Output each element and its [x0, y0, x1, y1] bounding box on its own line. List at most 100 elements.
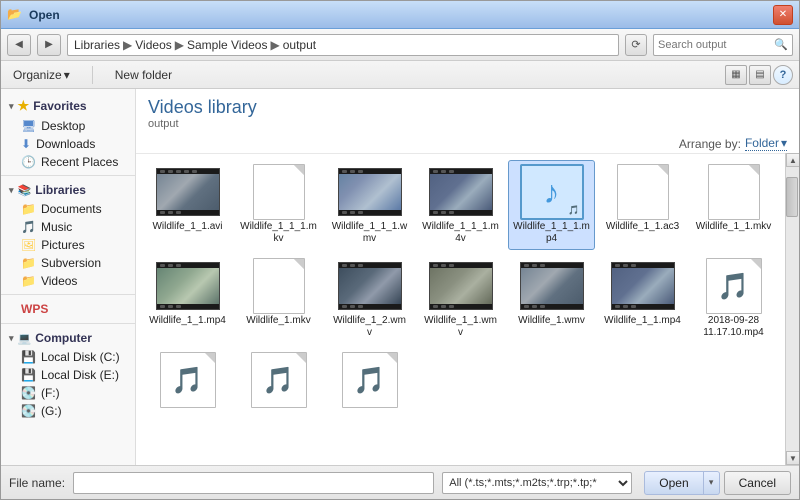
- sidebar-item-pictures[interactable]: 🖼 Pictures: [1, 236, 135, 254]
- music-file-icon: 🎵: [717, 271, 749, 302]
- scroll-thumb[interactable]: [786, 177, 798, 217]
- organize-menu[interactable]: Organize ▾: [7, 66, 76, 84]
- file-thumb: [338, 165, 402, 219]
- open-dialog: 📂 Open ✕ ◀ ▶ Libraries ▶ Videos ▶ Sample…: [0, 0, 800, 500]
- file-item-wildlife111m4v[interactable]: Wildlife_1_1_1.m4v: [417, 160, 504, 250]
- window-title: Open: [29, 8, 773, 22]
- file-thumb: [520, 259, 584, 313]
- breadcrumb-output[interactable]: output: [283, 38, 316, 52]
- arrange-bar: Arrange by: Folder ▾: [136, 134, 799, 153]
- computer-icon: 💻: [18, 332, 32, 345]
- breadcrumb[interactable]: Libraries ▶ Videos ▶ Sample Videos ▶ out…: [67, 34, 619, 56]
- recent-places-icon: 🕒: [21, 155, 36, 169]
- help-button[interactable]: ?: [773, 65, 793, 85]
- open-button[interactable]: Open: [644, 471, 703, 495]
- arrange-by-folder-button[interactable]: Folder ▾: [745, 136, 787, 151]
- cancel-button[interactable]: Cancel: [724, 471, 791, 495]
- file-item-wildlife11wmv[interactable]: Wildlife_1_1.wmv: [417, 254, 504, 344]
- sidebar-item-downloads[interactable]: ⬇ Downloads: [1, 135, 135, 153]
- file-thumb: 🎵: [338, 353, 402, 407]
- files-grid: Wildlife_1_1.avi Wildlife_1_1_1.mkv: [136, 153, 785, 465]
- scroll-track: [786, 167, 799, 451]
- scroll-down-button[interactable]: ▼: [786, 451, 799, 465]
- sidebar-item-music[interactable]: 🎵 Music: [1, 218, 135, 236]
- layout-button[interactable]: ▤: [749, 65, 771, 85]
- sidebar-item-recent-places[interactable]: 🕒 Recent Places: [1, 153, 135, 171]
- drive-f-icon: 💽: [21, 386, 36, 400]
- sidebar-divider-1: [1, 175, 135, 176]
- computer-header[interactable]: ▾ 💻 Computer: [1, 328, 135, 348]
- open-dropdown-button[interactable]: ▾: [704, 471, 720, 495]
- libraries-icon: 📚: [18, 184, 32, 197]
- file-item-wildlife11mp4-2[interactable]: Wildlife_1_1.mp4: [599, 254, 686, 344]
- file-item-audio1[interactable]: 🎵: [144, 348, 231, 414]
- file-item-wildlife1mkv[interactable]: Wildlife_1.mkv: [235, 254, 322, 344]
- file-thumb: 🎵: [247, 353, 311, 407]
- file-item-wildlife111mp4[interactable]: ♪ 🎵 Wildlife_1_1_1.mp4: [508, 160, 595, 250]
- sidebar-item-f[interactable]: 💽 (F:): [1, 384, 135, 402]
- file-thumb: [429, 165, 493, 219]
- breadcrumb-libraries[interactable]: Libraries: [74, 38, 120, 52]
- file-item-wildlife11ac3[interactable]: Wildlife_1_1.ac3: [599, 160, 686, 250]
- file-item-wildlife111wmv[interactable]: Wildlife_1_1_1.wmv: [326, 160, 413, 250]
- sidebar-item-g[interactable]: 💽 (G:): [1, 402, 135, 420]
- scrollbar[interactable]: ▲ ▼: [785, 153, 799, 465]
- back-button[interactable]: ◀: [7, 34, 31, 56]
- file-item-wildlife11mp4[interactable]: Wildlife_1_1.mp4: [144, 254, 231, 344]
- videos-icon: 📁: [21, 274, 36, 288]
- file-item-wildlife11mkv[interactable]: Wildlife_1_1.mkv: [690, 160, 777, 250]
- favorites-header[interactable]: ▾ ★ Favorites: [1, 95, 135, 117]
- file-item-wildlife11avi[interactable]: Wildlife_1_1.avi: [144, 160, 231, 250]
- sidebar-item-desktop[interactable]: 🖥 Desktop: [1, 117, 135, 135]
- close-button[interactable]: ✕: [773, 5, 793, 25]
- panel-header: Videos library output: [136, 89, 799, 134]
- music-icon: 🎵: [21, 220, 36, 234]
- file-thumb: 🎵: [156, 353, 220, 407]
- sidebar-item-e[interactable]: 💾 Local Disk (E:): [1, 366, 135, 384]
- search-input[interactable]: [658, 39, 774, 51]
- filename-input[interactable]: [73, 472, 434, 494]
- sidebar-item-videos[interactable]: 📁 Videos: [1, 272, 135, 290]
- file-thumb: [429, 259, 493, 313]
- file-thumb: 🎵: [702, 259, 766, 313]
- panel-title: Videos library: [148, 97, 787, 118]
- file-thumb: [247, 165, 311, 219]
- sidebar-item-subversion[interactable]: 📁 Subversion: [1, 254, 135, 272]
- open-button-group: Open ▾: [644, 471, 719, 495]
- breadcrumb-videos[interactable]: Videos: [135, 38, 171, 52]
- sidebar-item-wps[interactable]: WPS: [1, 299, 135, 319]
- file-thumb: [156, 165, 220, 219]
- documents-icon: 📁: [21, 202, 36, 216]
- search-icon: 🔍: [774, 38, 788, 51]
- libraries-section: ▾ 📚 Libraries 📁 Documents 🎵 Music 🖼 Pict…: [1, 180, 135, 290]
- new-folder-button[interactable]: New folder: [109, 66, 178, 84]
- bottom-bar: File name: All (*.ts;*.mts;*.m2ts;*.trp;…: [1, 465, 799, 499]
- window-icon: 📂: [7, 7, 23, 23]
- drive-c-icon: 💾: [21, 350, 36, 364]
- views-button[interactable]: ▦: [725, 65, 747, 85]
- sidebar-divider-2: [1, 294, 135, 295]
- computer-section: ▾ 💻 Computer 💾 Local Disk (C:) 💾 Local D…: [1, 328, 135, 420]
- menu-separator: [92, 66, 93, 84]
- file-item-audio2[interactable]: 🎵: [235, 348, 322, 414]
- action-buttons: Open ▾ Cancel: [644, 471, 791, 495]
- file-item-wildlife111mkv[interactable]: Wildlife_1_1_1.mkv: [235, 160, 322, 250]
- pictures-icon: 🖼: [21, 238, 36, 252]
- libraries-header[interactable]: ▾ 📚 Libraries: [1, 180, 135, 200]
- favorites-section: ▾ ★ Favorites 🖥 Desktop ⬇ Downloads 🕒 Re…: [1, 95, 135, 171]
- file-item-2018mp4[interactable]: 🎵 2018-09-28 11.17.10.mp4: [690, 254, 777, 344]
- filetype-select[interactable]: All (*.ts;*.mts;*.m2ts;*.trp;*.tp;*: [442, 472, 632, 494]
- forward-button[interactable]: ▶: [37, 34, 61, 56]
- scroll-up-button[interactable]: ▲: [786, 153, 799, 167]
- file-item-wildlife12wmv[interactable]: Wildlife_1_2.wmv: [326, 254, 413, 344]
- sidebar-item-documents[interactable]: 📁 Documents: [1, 200, 135, 218]
- drive-e-icon: 💾: [21, 368, 36, 382]
- refresh-button[interactable]: ⟳: [625, 34, 647, 56]
- file-thumb: ♪ 🎵: [520, 165, 584, 219]
- file-item-wildlife1wmv[interactable]: Wildlife_1.wmv: [508, 254, 595, 344]
- breadcrumb-sample[interactable]: Sample Videos: [187, 38, 268, 52]
- content-area: ▾ ★ Favorites 🖥 Desktop ⬇ Downloads 🕒 Re…: [1, 89, 799, 465]
- file-thumb: [338, 259, 402, 313]
- sidebar-item-c[interactable]: 💾 Local Disk (C:): [1, 348, 135, 366]
- file-item-audio3[interactable]: 🎵: [326, 348, 413, 414]
